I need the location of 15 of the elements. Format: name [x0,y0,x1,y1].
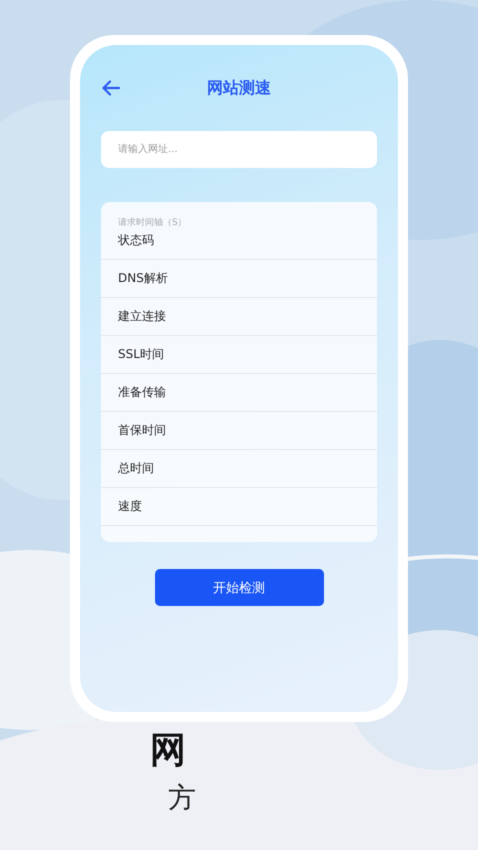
metric-label: SSL时间 [118,346,164,363]
start-button[interactable]: 开始检测 [154,569,324,606]
page-title: 网站测速 [207,78,271,98]
timeline-caption: 请求时间轴（S） [117,216,188,229]
metric-label: 总时间 [118,460,154,477]
promo-subline: 方 [168,780,196,816]
metric-label: 准备传输 [118,384,166,401]
url-input-field[interactable]: 请输入网址... [101,131,377,168]
metric-label: 状态码 [118,232,154,249]
metric-label: 首保时间 [118,422,166,439]
promo-headline: 网 [150,729,187,773]
back-arrow-icon[interactable] [102,80,120,96]
metric-label: DNS解析 [118,270,168,287]
metric-label: 建立连接 [118,308,166,325]
metric-label: 速度 [118,498,142,515]
